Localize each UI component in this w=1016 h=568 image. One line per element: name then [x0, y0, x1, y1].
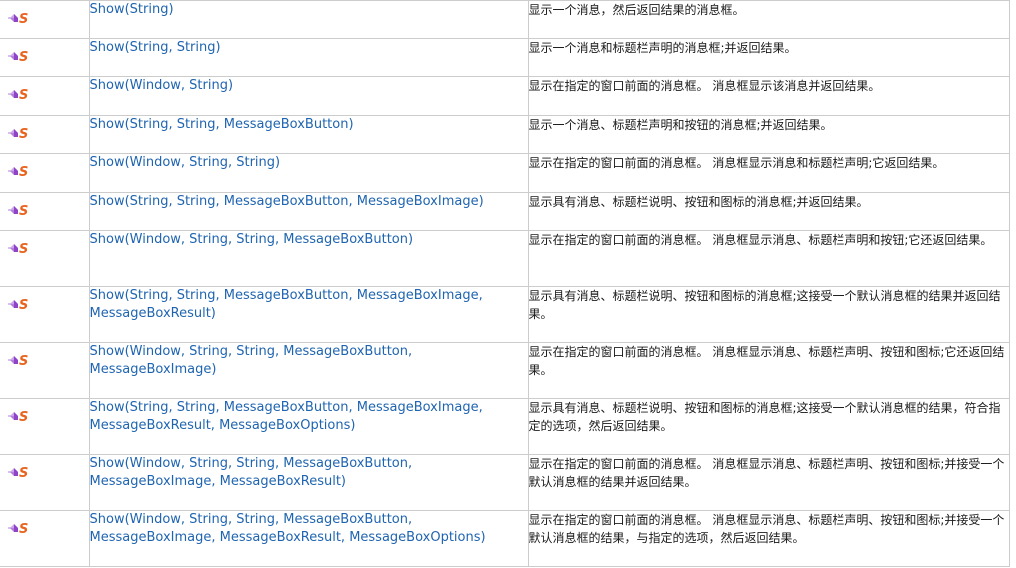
public-static-method-icon: S [8, 242, 28, 257]
method-name-cell: Show(Window, String, String, MessageBoxB… [88, 510, 529, 567]
method-name-cell: Show(Window, String, String, MessageBoxB… [88, 454, 529, 511]
method-description-cell: 显示具有消息、标题栏说明、按钮和图标的消息框;并返回结果。 [527, 192, 1010, 231]
icon-cell: S [0, 510, 90, 567]
method-link[interactable]: Show(Window, String) [90, 78, 233, 93]
public-static-method-icon: S [8, 522, 28, 537]
method-description-cell: 显示在指定的窗口前面的消息框。 消息框显示消息、标题栏声明和按钮;它还返回结果。 [527, 230, 1010, 287]
icon-cell: S [0, 38, 90, 77]
table-row: S Show(String, String, MessageBoxButton,… [0, 286, 1010, 343]
icon-cell: S [0, 115, 90, 154]
method-description-cell: 显示在指定的窗口前面的消息框。 消息框显示消息、标题栏声明、按钮和图标;并接受一… [527, 510, 1010, 567]
method-name-cell: Show(String, String) [88, 38, 529, 77]
svg-text:S: S [19, 410, 28, 425]
members-table: S Show(String) 显示一个消息，然后返回结果的消息框。 S Show… [0, 0, 1010, 567]
table-row: S Show(String, String, MessageBoxButton,… [0, 398, 1010, 455]
public-static-method-icon: S [8, 12, 28, 27]
icon-cell: S [0, 342, 90, 399]
method-description: 显示一个消息和标题栏声明的消息框;并返回结果。 [528, 41, 797, 55]
public-static-method-icon: S [8, 410, 28, 425]
method-link[interactable]: Show(String, String, MessageBoxButton, M… [90, 400, 483, 433]
method-name-cell: Show(Window, String, String, MessageBoxB… [88, 342, 529, 399]
method-description: 显示具有消息、标题栏说明、按钮和图标的消息框;并返回结果。 [528, 195, 869, 209]
svg-text:S: S [19, 88, 28, 103]
method-name-cell: Show(String, String, MessageBoxButton, M… [88, 192, 529, 231]
method-description: 显示在指定的窗口前面的消息框。 消息框显示消息和标题栏声明;它返回结果。 [528, 156, 945, 170]
icon-cell: S [0, 286, 90, 343]
svg-text:S: S [19, 204, 28, 219]
method-description-cell: 显示一个消息，然后返回结果的消息框。 [527, 0, 1010, 39]
public-static-method-icon: S [8, 298, 28, 313]
method-link[interactable]: Show(String, String, MessageBoxButton, M… [90, 194, 484, 209]
method-description-cell: 显示在指定的窗口前面的消息框。 消息框显示消息、标题栏声明、按钮和图标;它还返回… [527, 342, 1010, 399]
method-link[interactable]: Show(Window, String, String) [90, 155, 280, 170]
svg-text:S: S [19, 466, 28, 481]
public-static-method-icon: S [8, 466, 28, 481]
method-description-cell: 显示在指定的窗口前面的消息框。 消息框显示消息和标题栏声明;它返回结果。 [527, 153, 1010, 193]
method-link[interactable]: Show(String, String, MessageBoxButton, M… [90, 288, 483, 321]
method-description-cell: 显示一个消息、标题栏声明和按钮的消息框;并返回结果。 [527, 115, 1010, 154]
public-static-method-icon: S [8, 165, 28, 180]
method-description-cell: 显示在指定的窗口前面的消息框。 消息框显示该消息并返回结果。 [527, 76, 1010, 116]
method-description: 显示在指定的窗口前面的消息框。 消息框显示消息、标题栏声明和按钮;它还返回结果。 [528, 233, 993, 247]
table-row: S Show(String) 显示一个消息，然后返回结果的消息框。 [0, 0, 1010, 39]
public-static-method-icon: S [8, 88, 28, 103]
method-link[interactable]: Show(Window, String, String, MessageBoxB… [90, 344, 412, 377]
method-description: 显示在指定的窗口前面的消息框。 消息框显示消息、标题栏声明、按钮和图标;它还返回… [528, 345, 1005, 377]
table-row: S Show(Window, String, String) 显示在指定的窗口前… [0, 153, 1010, 193]
method-name-cell: Show(Window, String, String) [88, 153, 529, 193]
public-static-method-icon: S [8, 50, 28, 65]
method-name-cell: Show(Window, String) [88, 76, 529, 116]
method-link[interactable]: Show(String, String, MessageBoxButton) [90, 117, 354, 132]
method-description: 显示在指定的窗口前面的消息框。 消息框显示消息、标题栏声明、按钮和图标;并接受一… [528, 457, 1005, 489]
svg-text:S: S [19, 522, 28, 537]
icon-cell: S [0, 230, 90, 287]
method-description-cell: 显示一个消息和标题栏声明的消息框;并返回结果。 [527, 38, 1010, 77]
method-description-cell: 显示在指定的窗口前面的消息框。 消息框显示消息、标题栏声明、按钮和图标;并接受一… [527, 454, 1010, 511]
table-row: S Show(Window, String, String, MessageBo… [0, 230, 1010, 287]
table-row: S Show(String, String, MessageBoxButton,… [0, 192, 1010, 231]
method-name-cell: Show(String, String, MessageBoxButton, M… [88, 398, 529, 455]
method-link[interactable]: Show(Window, String, String, MessageBoxB… [90, 512, 486, 545]
method-description: 显示在指定的窗口前面的消息框。 消息框显示消息、标题栏声明、按钮和图标;并接受一… [528, 513, 1005, 545]
svg-text:S: S [19, 50, 28, 65]
icon-cell: S [0, 153, 90, 193]
svg-text:S: S [19, 165, 28, 180]
icon-cell: S [0, 398, 90, 455]
method-description: 显示一个消息，然后返回结果的消息框。 [528, 3, 745, 17]
svg-text:S: S [19, 354, 28, 369]
public-static-method-icon: S [8, 127, 28, 142]
members-table-body: S Show(String) 显示一个消息，然后返回结果的消息框。 S Show… [0, 0, 1010, 567]
table-row: S Show(String, String) 显示一个消息和标题栏声明的消息框;… [0, 38, 1010, 77]
svg-text:S: S [19, 12, 28, 27]
public-static-method-icon: S [8, 204, 28, 219]
icon-cell: S [0, 0, 90, 39]
table-row: S Show(Window, String, String, MessageBo… [0, 342, 1010, 399]
method-name-cell: Show(String, String, MessageBoxButton) [88, 115, 529, 154]
svg-text:S: S [19, 242, 28, 257]
icon-cell: S [0, 76, 90, 116]
method-link[interactable]: Show(String, String) [90, 40, 221, 55]
method-description: 显示具有消息、标题栏说明、按钮和图标的消息框;这接受一个默认消息框的结果，符合指… [528, 401, 1001, 433]
method-description-cell: 显示具有消息、标题栏说明、按钮和图标的消息框;这接受一个默认消息框的结果并返回结… [527, 286, 1010, 343]
method-description: 显示具有消息、标题栏说明、按钮和图标的消息框;这接受一个默认消息框的结果并返回结… [528, 289, 1001, 321]
table-row: S Show(Window, String, String, MessageBo… [0, 510, 1010, 567]
method-name-cell: Show(String, String, MessageBoxButton, M… [88, 286, 529, 343]
method-name-cell: Show(Window, String, String, MessageBoxB… [88, 230, 529, 287]
method-description-cell: 显示具有消息、标题栏说明、按钮和图标的消息框;这接受一个默认消息框的结果，符合指… [527, 398, 1010, 455]
table-row: S Show(Window, String) 显示在指定的窗口前面的消息框。 消… [0, 76, 1010, 116]
public-static-method-icon: S [8, 354, 28, 369]
method-link[interactable]: Show(Window, String, String, MessageBoxB… [90, 456, 412, 489]
table-row: S Show(String, String, MessageBoxButton)… [0, 115, 1010, 154]
method-link[interactable]: Show(String) [90, 2, 174, 17]
method-name-cell: Show(String) [88, 0, 529, 39]
method-description: 显示在指定的窗口前面的消息框。 消息框显示该消息并返回结果。 [528, 79, 881, 93]
svg-text:S: S [19, 127, 28, 142]
method-description: 显示一个消息、标题栏声明和按钮的消息框;并返回结果。 [528, 118, 833, 132]
icon-cell: S [0, 454, 90, 511]
method-link[interactable]: Show(Window, String, String, MessageBoxB… [90, 232, 413, 247]
icon-cell: S [0, 192, 90, 231]
table-row: S Show(Window, String, String, MessageBo… [0, 454, 1010, 511]
svg-text:S: S [19, 298, 28, 313]
